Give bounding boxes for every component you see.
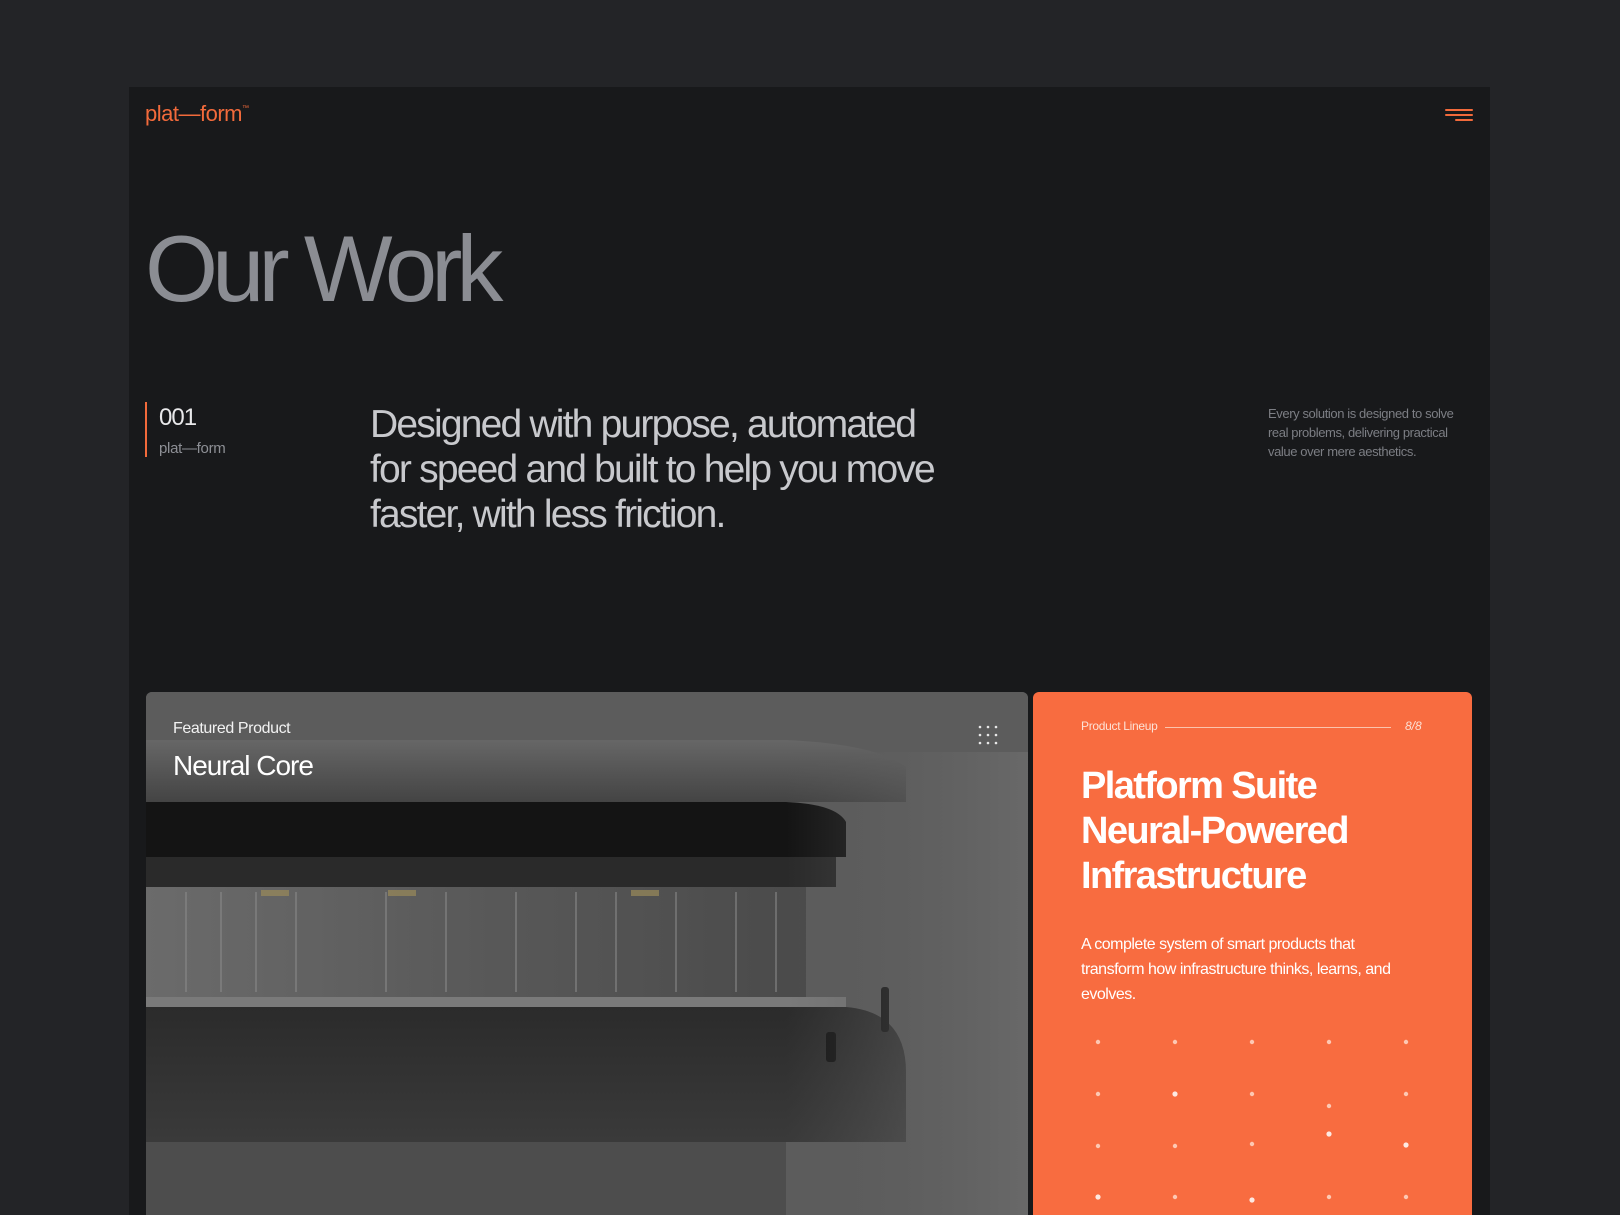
featured-title: Neural Core bbox=[173, 750, 314, 781]
page: plat—form™ Our Work 001 plat—form Design… bbox=[129, 87, 1490, 1215]
brand-logo-text[interactable]: plat—form bbox=[145, 101, 242, 126]
section-number: 001 bbox=[159, 404, 197, 431]
featured-product-card[interactable]: Featured Product Neural Core bbox=[146, 692, 1028, 1215]
grid-icon[interactable] bbox=[977, 724, 999, 746]
trademark-symbol: ™ bbox=[241, 105, 249, 112]
section-label: plat—form bbox=[159, 440, 226, 457]
decorative-dot-grid bbox=[1095, 1039, 1409, 1203]
featured-label: Featured Product bbox=[173, 720, 291, 737]
page-title: Our Work bbox=[145, 216, 503, 321]
intro-headline: Designed with purpose, automated for spe… bbox=[370, 403, 936, 536]
intro-side-note: Every solution is designed to solve real… bbox=[1268, 406, 1454, 459]
section-divider bbox=[145, 402, 147, 457]
brand-logo[interactable]: plat—form™ bbox=[145, 101, 249, 127]
menu-icon[interactable] bbox=[1443, 107, 1473, 123]
product-lineup-card[interactable]: Product Lineup 8/8 Platform Suite Neural… bbox=[1033, 692, 1472, 1215]
